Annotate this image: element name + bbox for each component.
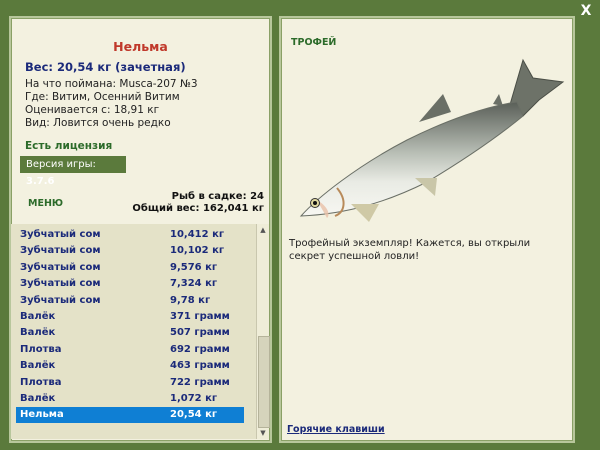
game-version-badge: Версия игры: 3.7.6 [20, 156, 126, 187]
catch-fish-weight: 1,072 кг [170, 393, 218, 404]
caught-with-line: На что поймана: Musca-207 №3 [25, 78, 198, 90]
catch-list-row[interactable]: Зубчатый сом 10,412 кг [16, 227, 244, 243]
catch-fish-name: Зубчатый сом [20, 245, 101, 257]
catch-list-row[interactable]: Плотва 722 грамм [16, 375, 244, 391]
scroll-up-icon[interactable]: ▲ [257, 224, 269, 236]
location-line: Где: Витим, Осенний Витим [25, 91, 180, 103]
catch-list-row[interactable]: Плотва 692 грамм [16, 342, 244, 358]
catch-list-row[interactable]: Валёк 463 грамм [16, 358, 244, 374]
fish-illustration [299, 58, 565, 222]
fish-info-panel: Нельма Вес: 20,54 кг (зачетная) На что п… [9, 16, 272, 443]
version-label: Версия игры: [26, 159, 96, 170]
version-number: 3.7.6 [26, 176, 55, 187]
catch-fish-weight: 10,412 кг [170, 229, 225, 240]
catch-fish-name: Валёк [20, 360, 56, 372]
catch-fish-weight: 463 грамм [170, 360, 230, 372]
catch-fish-name: Зубчатый сом [20, 278, 101, 290]
fish-weight: Вес: 20,54 кг (зачетная) [25, 60, 186, 74]
catch-fish-weight: 9,78 кг [170, 294, 211, 306]
catch-fish-name: Зубчатый сом [20, 261, 101, 273]
catch-fish-name: Валёк [20, 327, 56, 339]
catch-fish-name: Нельма [20, 409, 64, 421]
catch-fish-name: Валёк [20, 393, 56, 404]
catch-fish-weight: 692 грамм [170, 343, 230, 355]
catch-fish-name: Зубчатый сом [20, 229, 101, 240]
catch-fish-weight: 507 грамм [170, 327, 230, 339]
scroll-thumb[interactable] [258, 336, 270, 428]
catch-list-row[interactable]: Нельма 20,54 кг [16, 407, 244, 424]
scroll-down-icon[interactable]: ▼ [257, 427, 269, 439]
catch-fish-weight: 371 грамм [170, 311, 230, 322]
catch-list-row[interactable]: Валёк 507 грамм [16, 325, 244, 341]
catch-list-row[interactable]: Валёк 1,072 кг [16, 391, 244, 407]
keepnet-count: Рыб в садке: 24 [171, 191, 264, 202]
trophy-label: ТРОФЕЙ [291, 37, 337, 48]
menu-button[interactable]: МЕНЮ [28, 198, 63, 209]
trophy-panel: ТРОФЕЙ Трофейный экземпляр! Кажется, вы … [279, 16, 575, 443]
catch-fish-name: Зубчатый сом [20, 294, 101, 306]
catch-fish-weight: 722 грамм [170, 376, 230, 388]
catch-fish-name: Валёк [20, 311, 56, 322]
catch-fish-weight: 10,102 кг [170, 245, 225, 257]
catch-fish-weight: 7,324 кг [170, 278, 218, 290]
trophy-message: Трофейный экземпляр! Кажется, вы открыли… [289, 238, 531, 262]
catch-list-row[interactable]: Валёк 371 грамм [16, 309, 244, 325]
catch-list-row[interactable]: Зубчатый сом 9,78 кг [16, 293, 244, 309]
keepnet-total-weight: Общий вес: 162,041 кг [132, 203, 264, 214]
catch-fish-name: Плотва [20, 376, 62, 388]
catch-list-row[interactable]: Зубчатый сом 7,324 кг [16, 276, 244, 292]
fish-name: Нельма [113, 39, 168, 54]
catch-list-row[interactable]: Зубчатый сом 9,576 кг [16, 260, 244, 276]
close-button[interactable]: X [578, 3, 594, 19]
catch-fish-name: Плотва [20, 343, 62, 355]
catch-fish-weight: 20,54 кг [170, 409, 218, 421]
value-line: Оценивается с: 18,91 кг [25, 104, 160, 116]
rarity-line: Вид: Ловится очень редко [25, 117, 171, 129]
catch-fish-weight: 9,576 кг [170, 261, 218, 273]
hotkeys-link[interactable]: Горячие клавиши [287, 424, 385, 435]
license-status: Есть лицензия [25, 140, 113, 152]
catch-list-scrollbar[interactable]: ▲ ▼ [256, 224, 270, 439]
catch-list-row[interactable]: Зубчатый сом 10,102 кг [16, 243, 244, 259]
catch-list[interactable]: Зубчатый сом 10,412 кг Зубчатый сом 10,102 … [11, 224, 256, 439]
